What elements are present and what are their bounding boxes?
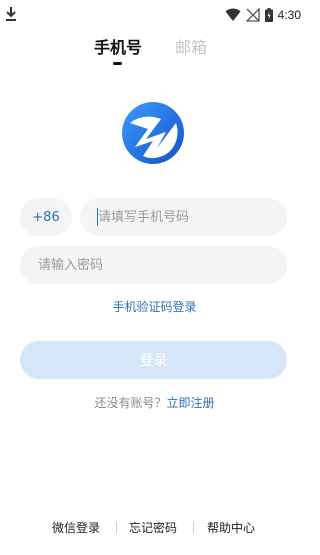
tab-email[interactable]: 邮箱 — [175, 34, 207, 58]
text-cursor — [97, 208, 98, 226]
register-link[interactable]: 立即注册 — [167, 396, 215, 410]
tab-phone[interactable]: 手机号 — [94, 34, 142, 58]
login-method-tabs: 手机号 邮箱 — [0, 34, 309, 68]
divider — [193, 522, 194, 533]
register-question: 还没有账号？ — [94, 396, 167, 410]
password-field — [20, 246, 287, 284]
wechat-login-link[interactable]: 微信登录 — [52, 519, 100, 536]
password-input[interactable] — [20, 246, 287, 284]
divider — [116, 522, 117, 533]
login-button[interactable]: 登录 — [20, 341, 287, 379]
status-bar: 4:30 — [0, 0, 309, 30]
login-screen: 4:30 手机号 邮箱 +86 手机验证码登录 登录 还没有账号？立即注册 微信… — [0, 0, 309, 555]
app-logo — [122, 102, 184, 164]
forgot-password-link[interactable]: 忘记密码 — [129, 519, 177, 536]
country-code-selector[interactable]: +86 — [20, 198, 72, 236]
register-row: 还没有账号？立即注册 — [0, 394, 309, 411]
status-time: 4:30 — [277, 8, 301, 22]
download-icon — [6, 7, 16, 21]
wifi-icon — [225, 8, 241, 21]
battery-icon — [264, 8, 273, 22]
tab-active-indicator — [113, 62, 122, 65]
help-center-link[interactable]: 帮助中心 — [207, 519, 255, 536]
bottom-links: 微信登录 忘记密码 帮助中心 — [0, 519, 309, 537]
phone-field — [80, 198, 287, 236]
no-signal-icon — [245, 8, 260, 22]
sms-login-link[interactable]: 手机验证码登录 — [0, 298, 309, 315]
phone-input[interactable] — [80, 198, 287, 236]
